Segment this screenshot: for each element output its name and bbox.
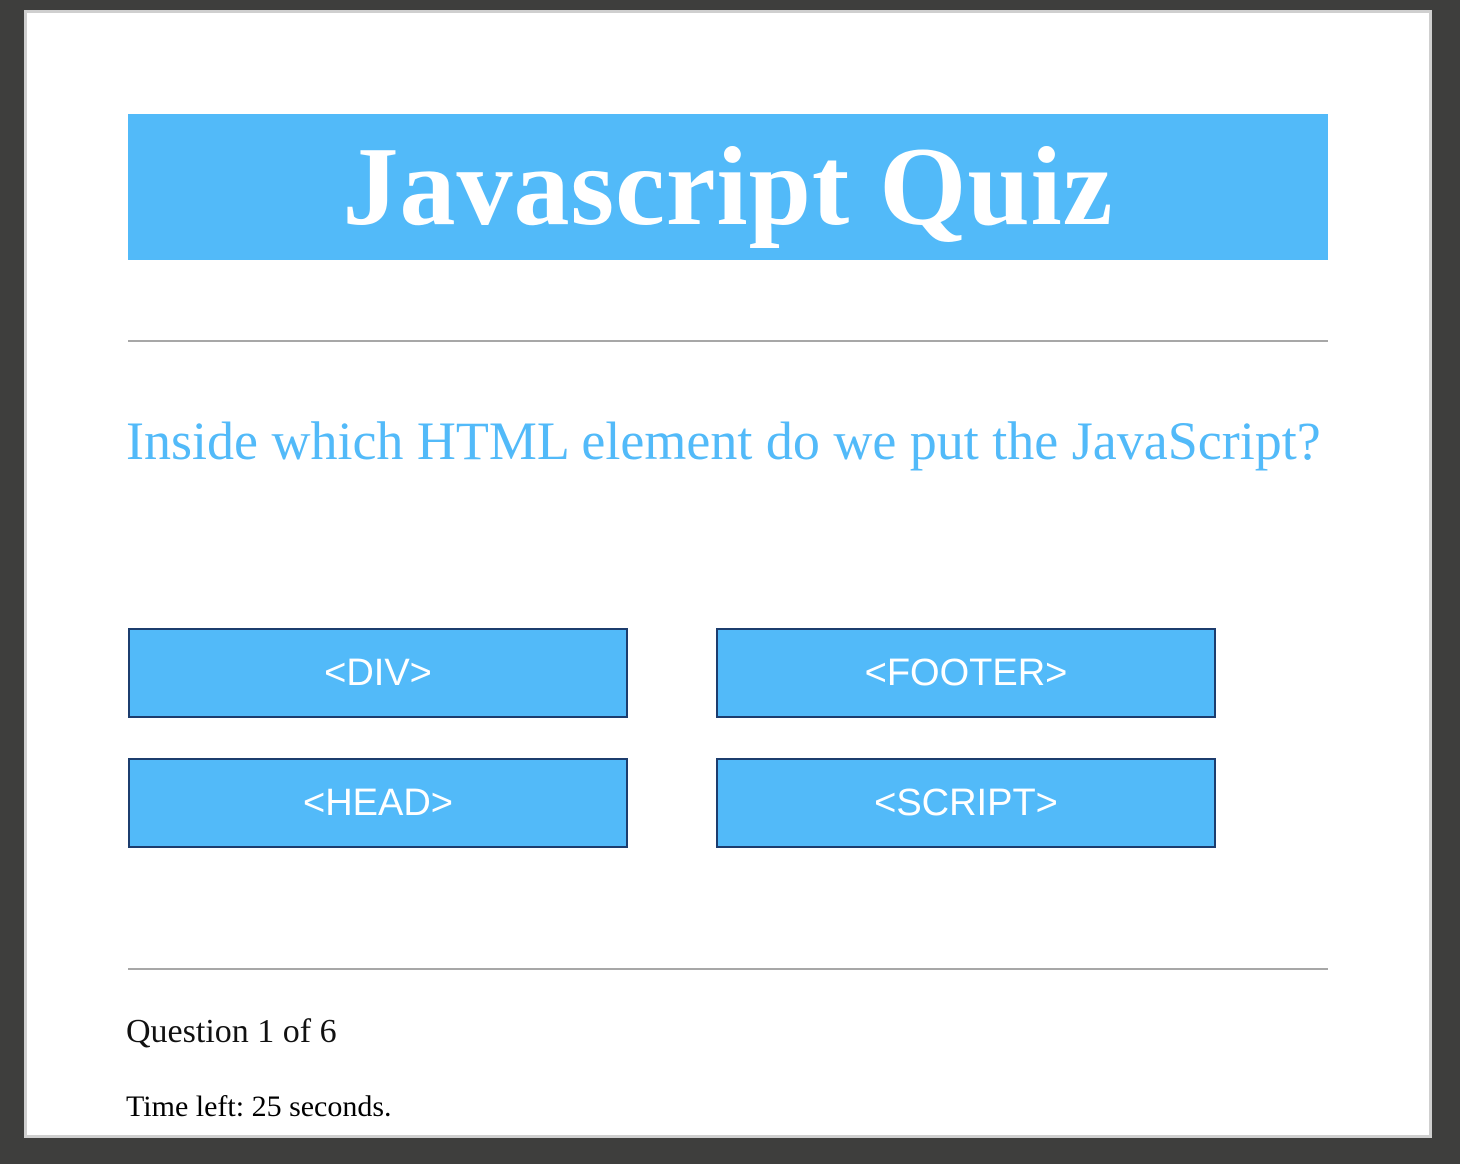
quiz-page: Javascript Quiz Inside which HTML elemen…	[24, 10, 1432, 1138]
answer-button-footer[interactable]: <FOOTER>	[716, 628, 1216, 718]
quiz-container: Javascript Quiz Inside which HTML elemen…	[126, 114, 1328, 1123]
quiz-title: Javascript Quiz	[128, 114, 1328, 260]
time-left: Time left: 25 seconds.	[126, 1090, 392, 1123]
answer-button-head[interactable]: <HEAD>	[128, 758, 628, 848]
question-progress: Question 1 of 6	[126, 1013, 337, 1050]
bottom-divider	[128, 968, 1328, 970]
top-divider	[128, 340, 1328, 342]
answer-button-script[interactable]: <SCRIPT>	[716, 758, 1216, 848]
question-text: Inside which HTML element do we put the …	[126, 411, 1321, 471]
answer-button-div[interactable]: <DIV>	[128, 628, 628, 718]
